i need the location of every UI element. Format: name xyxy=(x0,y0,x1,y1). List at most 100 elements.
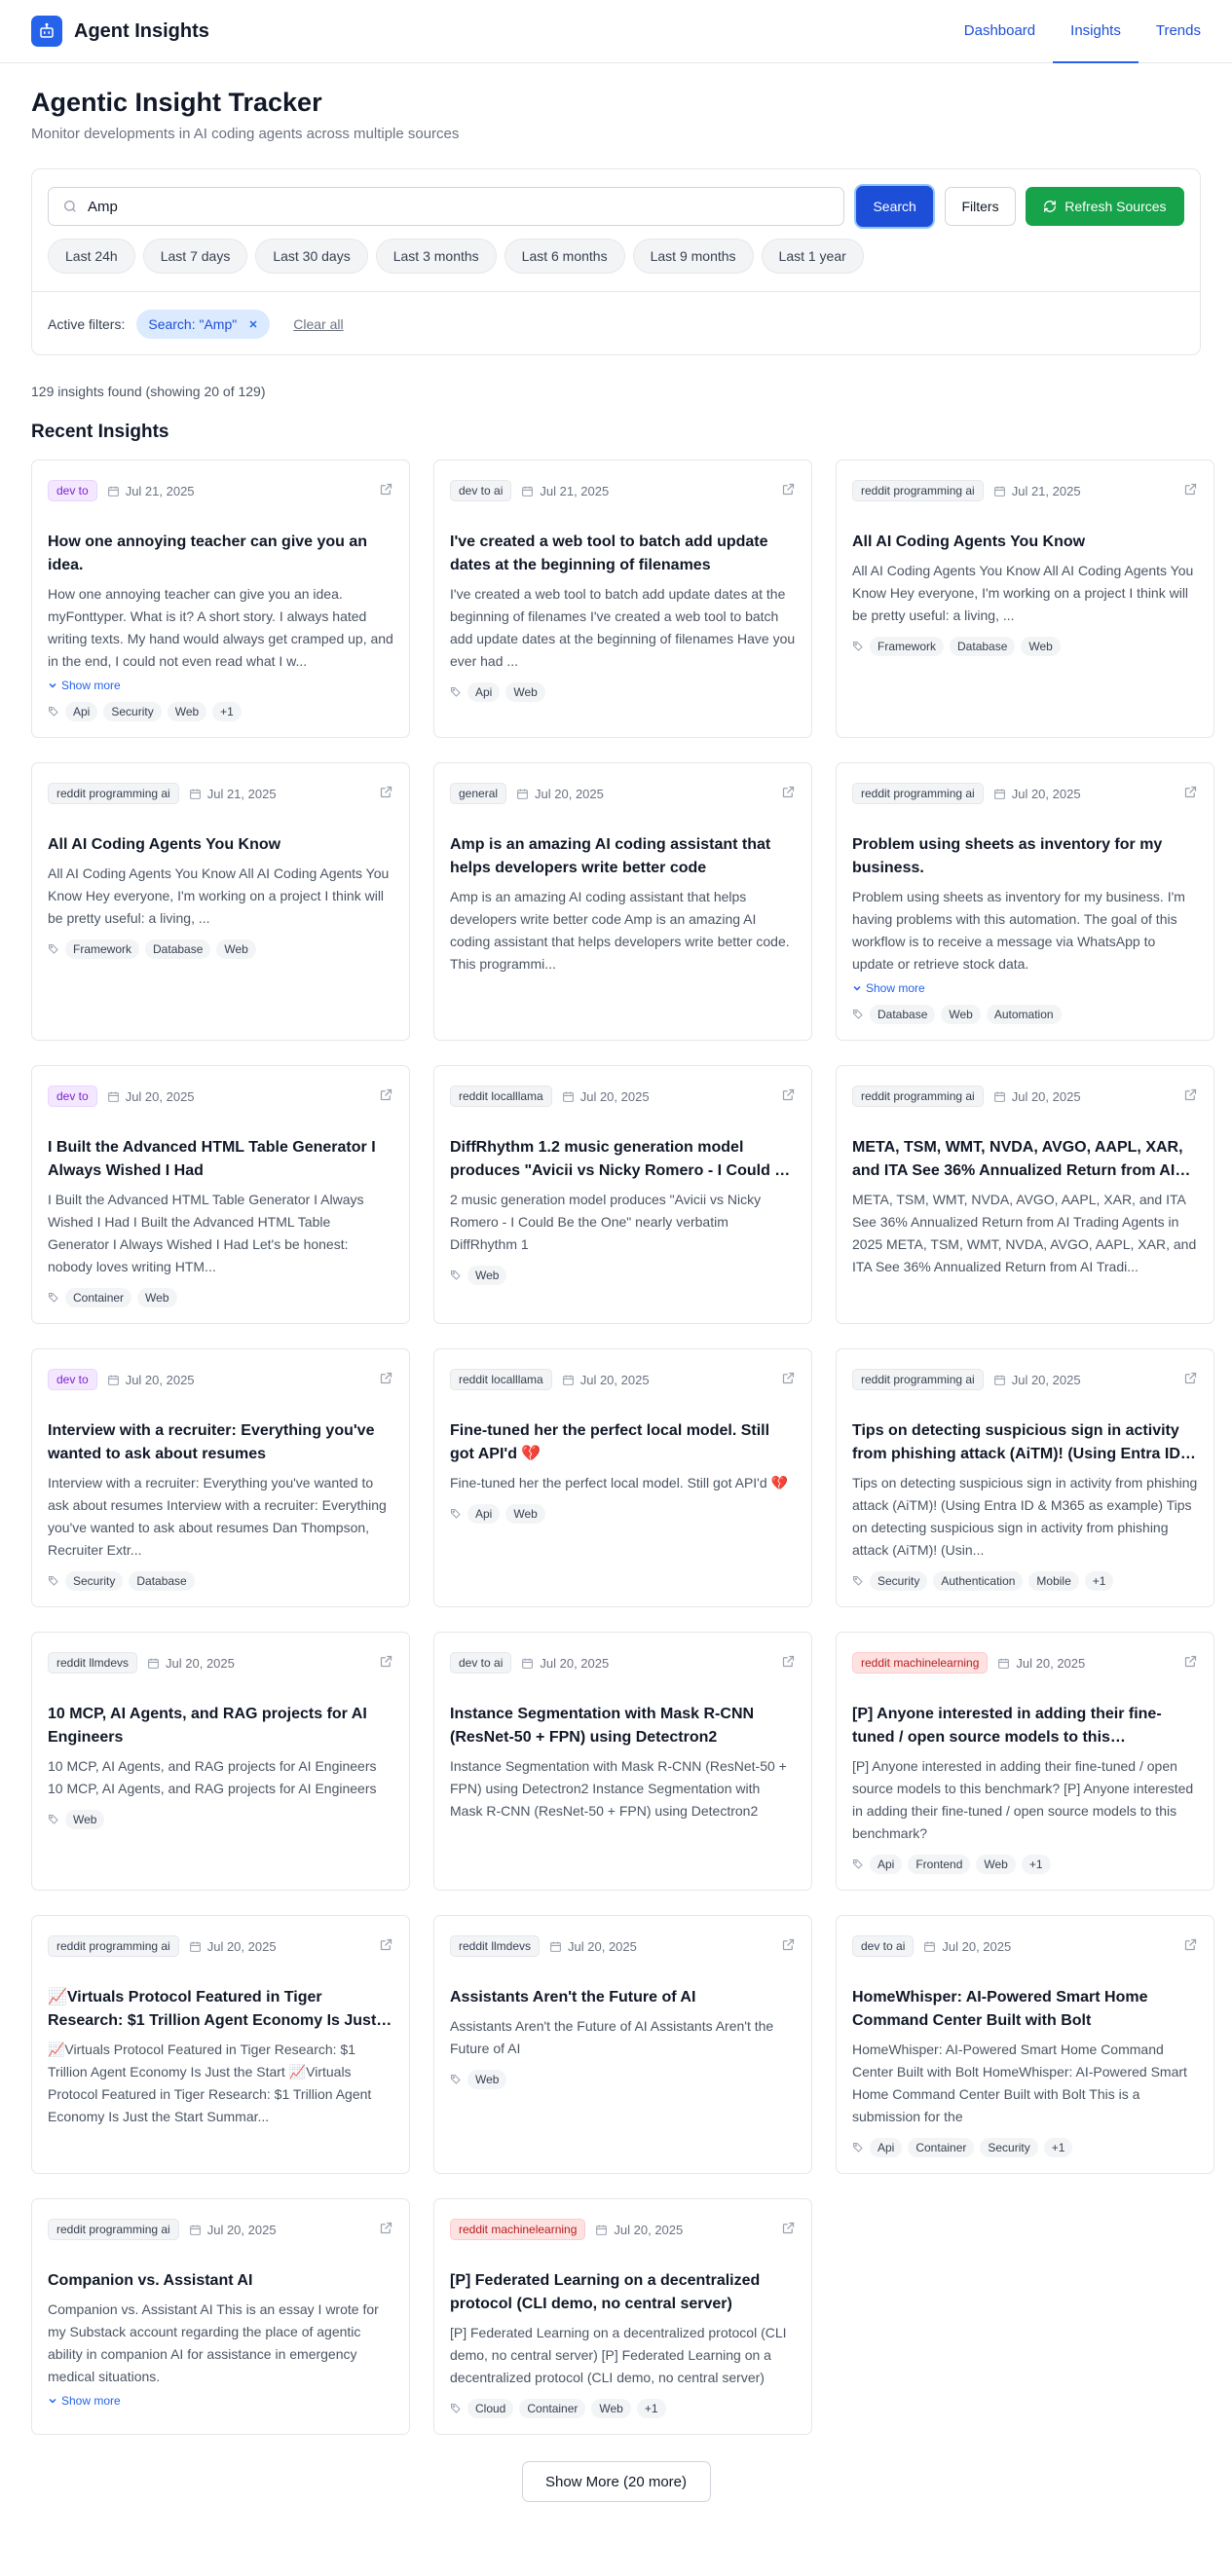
insight-card[interactable]: reddit llmdevs Jul 20, 2025 10 MCP, AI A… xyxy=(31,1632,410,1891)
card-title[interactable]: Fine-tuned her the perfect local model. … xyxy=(450,1419,796,1466)
external-link-icon[interactable] xyxy=(781,1654,796,1669)
tag-chip[interactable]: Web xyxy=(591,2399,631,2418)
tag-chip[interactable]: Web xyxy=(467,1266,507,1285)
insight-card[interactable]: dev to Jul 20, 2025 Interview with a rec… xyxy=(31,1348,410,1607)
external-link-icon[interactable] xyxy=(1183,1371,1198,1385)
tag-chip[interactable]: +1 xyxy=(212,702,242,721)
card-title[interactable]: Interview with a recruiter: Everything y… xyxy=(48,1419,393,1466)
filters-button[interactable]: Filters xyxy=(945,187,1016,226)
tag-chip[interactable]: Web xyxy=(467,2070,507,2089)
insight-card[interactable]: dev to ai Jul 20, 2025 HomeWhisper: AI-P… xyxy=(836,1915,1214,2174)
search-input[interactable] xyxy=(88,198,779,215)
card-title[interactable]: HomeWhisper: AI-Powered Smart Home Comma… xyxy=(852,1986,1198,2033)
insight-card[interactable]: reddit machinelearning Jul 20, 2025 [P] … xyxy=(836,1632,1214,1891)
tag-chip[interactable]: Web xyxy=(505,1504,545,1524)
tag-chip[interactable]: Framework xyxy=(65,939,140,959)
tag-chip[interactable]: Security xyxy=(980,2138,1038,2157)
insight-card[interactable]: dev to Jul 21, 2025 How one annoying tea… xyxy=(31,460,410,738)
insight-card[interactable]: reddit programming ai Jul 21, 2025 All A… xyxy=(836,460,1214,738)
tag-chip[interactable]: Web xyxy=(941,1005,981,1024)
external-link-icon[interactable] xyxy=(781,482,796,497)
insight-card[interactable]: dev to Jul 20, 2025 I Built the Advanced… xyxy=(31,1065,410,1324)
show-more-link[interactable]: Show more xyxy=(48,679,393,692)
tag-chip[interactable]: Web xyxy=(65,1810,105,1829)
range-9m[interactable]: Last 9 months xyxy=(632,239,754,274)
external-link-icon[interactable] xyxy=(379,1087,393,1102)
tag-chip[interactable]: +1 xyxy=(636,2399,666,2418)
clear-all-link[interactable]: Clear all xyxy=(293,316,343,332)
tag-chip[interactable]: Web xyxy=(976,1855,1016,1874)
tag-chip[interactable]: Web xyxy=(1021,637,1061,656)
tag-chip[interactable]: Cloud xyxy=(467,2399,514,2418)
tag-chip[interactable]: Database xyxy=(950,637,1016,656)
tag-chip[interactable]: +1 xyxy=(1021,1855,1051,1874)
external-link-icon[interactable] xyxy=(1183,482,1198,497)
external-link-icon[interactable] xyxy=(781,1371,796,1385)
tag-chip[interactable]: Security xyxy=(65,1571,124,1591)
tag-chip[interactable]: Frontend xyxy=(908,1855,971,1874)
external-link-icon[interactable] xyxy=(1183,1654,1198,1669)
tag-chip[interactable]: Api xyxy=(467,1504,501,1524)
range-24h[interactable]: Last 24h xyxy=(48,239,135,274)
show-more-link[interactable]: Show more xyxy=(48,2394,393,2408)
show-more-link[interactable]: Show more xyxy=(852,981,1198,995)
tag-chip[interactable]: Web xyxy=(216,939,256,959)
search-box[interactable] xyxy=(48,187,844,226)
external-link-icon[interactable] xyxy=(781,1087,796,1102)
tag-chip[interactable]: Security xyxy=(870,1571,928,1591)
card-title[interactable]: Amp is an amazing AI coding assistant th… xyxy=(450,833,796,880)
tag-chip[interactable]: Database xyxy=(129,1571,195,1591)
range-6m[interactable]: Last 6 months xyxy=(504,239,625,274)
insight-card[interactable]: reddit localllama Jul 20, 2025 Fine-tune… xyxy=(433,1348,812,1607)
insight-card[interactable]: reddit programming ai Jul 20, 2025 Probl… xyxy=(836,762,1214,1041)
card-title[interactable]: I've created a web tool to batch add upd… xyxy=(450,531,796,577)
external-link-icon[interactable] xyxy=(379,1654,393,1669)
external-link-icon[interactable] xyxy=(379,1371,393,1385)
external-link-icon[interactable] xyxy=(379,482,393,497)
tag-chip[interactable]: Container xyxy=(908,2138,975,2157)
tag-chip[interactable]: Api xyxy=(870,1855,903,1874)
insight-card[interactable]: reddit machinelearning Jul 20, 2025 [P] … xyxy=(433,2198,812,2435)
card-title[interactable]: All AI Coding Agents You Know xyxy=(852,531,1198,554)
card-title[interactable]: I Built the Advanced HTML Table Generato… xyxy=(48,1136,393,1183)
tag-chip[interactable]: Api xyxy=(65,702,98,721)
search-button[interactable]: Search xyxy=(856,186,934,227)
insight-card[interactable]: dev to ai Jul 20, 2025 Instance Segmenta… xyxy=(433,1632,812,1891)
external-link-icon[interactable] xyxy=(1183,1087,1198,1102)
insight-card[interactable]: reddit programming ai Jul 20, 2025 META,… xyxy=(836,1065,1214,1324)
card-title[interactable]: Companion vs. Assistant AI xyxy=(48,2269,393,2293)
refresh-sources-button[interactable]: Refresh Sources xyxy=(1025,187,1184,226)
tag-chip[interactable]: Web xyxy=(505,682,545,702)
tag-chip[interactable]: Web xyxy=(137,1288,177,1307)
card-title[interactable]: Problem using sheets as inventory for my… xyxy=(852,833,1198,880)
tag-chip[interactable]: Api xyxy=(467,682,501,702)
card-title[interactable]: [P] Anyone interested in adding their fi… xyxy=(852,1703,1198,1749)
range-1y[interactable]: Last 1 year xyxy=(761,239,864,274)
external-link-icon[interactable] xyxy=(379,1937,393,1952)
card-title[interactable]: All AI Coding Agents You Know xyxy=(48,833,393,857)
insight-card[interactable]: reddit llmdevs Jul 20, 2025 Assistants A… xyxy=(433,1915,812,2174)
range-3m[interactable]: Last 3 months xyxy=(375,239,497,274)
external-link-icon[interactable] xyxy=(781,785,796,799)
nav-trends[interactable]: Trends xyxy=(1139,0,1201,63)
card-title[interactable]: META, TSM, WMT, NVDA, AVGO, AAPL, XAR, a… xyxy=(852,1136,1198,1183)
insight-card[interactable]: general Jul 20, 2025 Amp is an amazing A… xyxy=(433,762,812,1041)
insight-card[interactable]: reddit programming ai Jul 20, 2025 Compa… xyxy=(31,2198,410,2435)
tag-chip[interactable]: Container xyxy=(519,2399,586,2418)
external-link-icon[interactable] xyxy=(379,785,393,799)
nav-insights[interactable]: Insights xyxy=(1053,0,1139,63)
insight-card[interactable]: reddit programming ai Jul 21, 2025 All A… xyxy=(31,762,410,1041)
tag-chip[interactable]: Web xyxy=(167,702,207,721)
card-title[interactable]: Instance Segmentation with Mask R-CNN (R… xyxy=(450,1703,796,1749)
range-30d[interactable]: Last 30 days xyxy=(255,239,368,274)
external-link-icon[interactable] xyxy=(781,1937,796,1952)
card-title[interactable]: How one annoying teacher can give you an… xyxy=(48,531,393,577)
range-7d[interactable]: Last 7 days xyxy=(142,239,248,274)
card-title[interactable]: [P] Federated Learning on a decentralize… xyxy=(450,2269,796,2316)
tag-chip[interactable]: +1 xyxy=(1043,2138,1073,2157)
external-link-icon[interactable] xyxy=(781,2221,796,2235)
card-title[interactable]: Assistants Aren't the Future of AI xyxy=(450,1986,796,2009)
tag-chip[interactable]: +1 xyxy=(1084,1571,1114,1591)
insight-card[interactable]: reddit localllama Jul 20, 2025 DiffRhyth… xyxy=(433,1065,812,1324)
card-title[interactable]: DiffRhythm 1.2 music generation model pr… xyxy=(450,1136,796,1183)
